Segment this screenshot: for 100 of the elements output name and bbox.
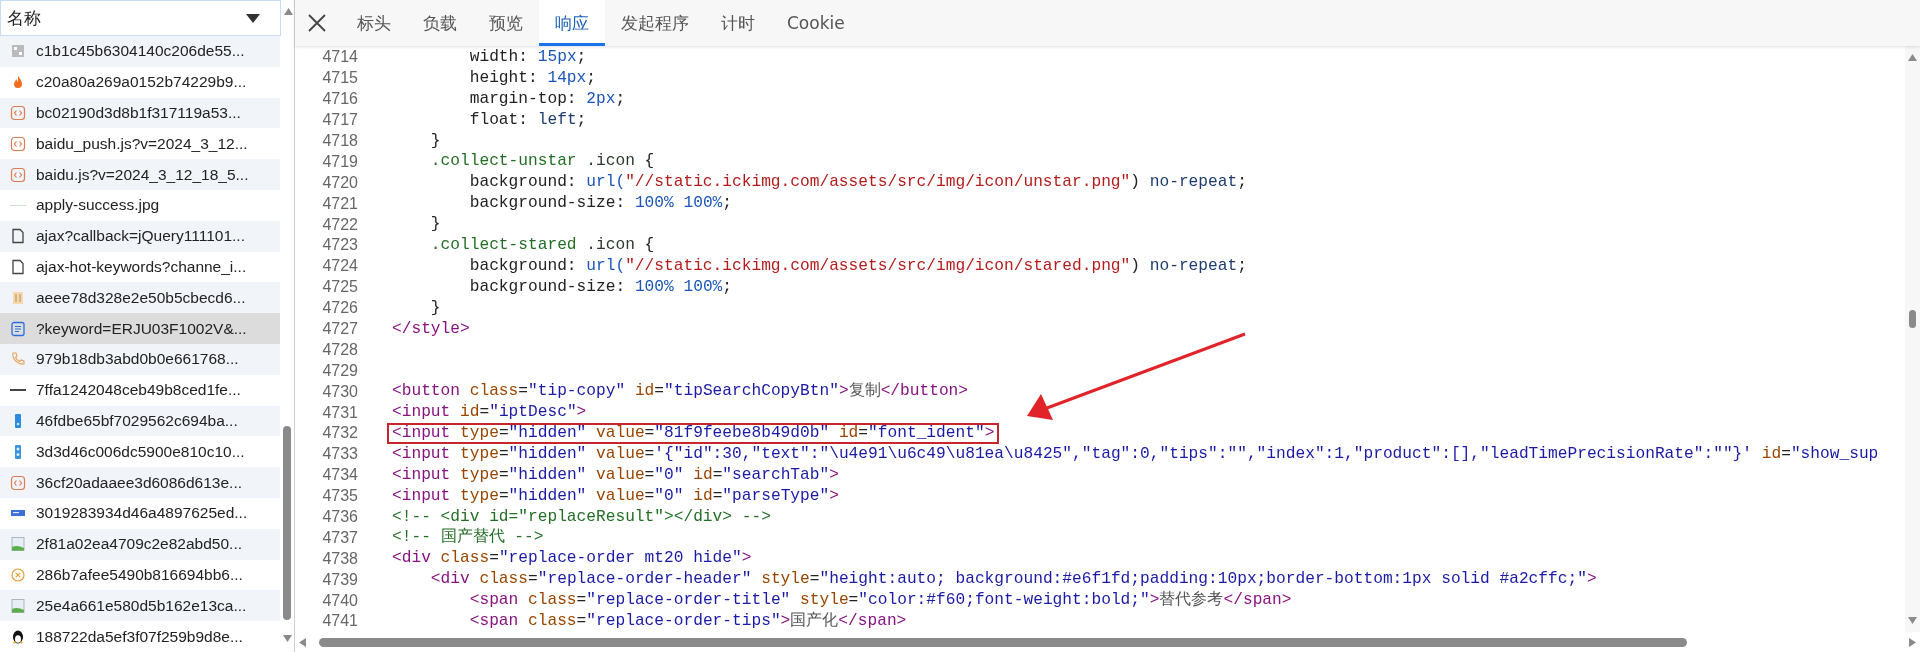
request-name: 2f81a02ea4709c2e82abd50...	[36, 535, 242, 554]
line-number: 4730	[321, 382, 358, 401]
line-number: 4725	[321, 278, 358, 297]
line-number: 4741	[321, 612, 358, 631]
tab[interactable]: 预览	[473, 0, 539, 46]
line-number: 4723	[321, 236, 358, 255]
request-name: bc02190d3d8b1f317119a53...	[36, 104, 241, 122]
line-number: 4736	[321, 508, 358, 527]
code-line: <input type="hidden" value="0" id="searchTab">	[391, 464, 840, 486]
request-name: 3d3d46c006dc5900e810c10...	[36, 442, 245, 461]
line-number: 4717	[321, 111, 358, 130]
request-row[interactable]: bc02190d3d8b1f317119a53...	[0, 97, 280, 129]
tab[interactable]: 计时	[705, 0, 771, 46]
request-row[interactable]: 7ffa1242048ceb49b8ced1fe...	[0, 374, 280, 406]
code-line: width: 15px;	[468, 46, 588, 68]
line-number: 4728	[321, 340, 358, 359]
line-number: 4729	[321, 361, 358, 380]
request-name: baidu.js?v=2024_3_12_18_5...	[36, 165, 249, 184]
line-number: 4718	[321, 132, 358, 150]
code-line: }	[429, 297, 442, 319]
line-number: 4721	[321, 194, 358, 213]
request-row[interactable]: 2f81a02ea4709c2e82abd50...	[0, 528, 280, 560]
tab[interactable]: 标头	[341, 0, 407, 46]
code-line: height: 14px;	[468, 67, 597, 89]
line-number: 4720	[321, 173, 358, 192]
tab[interactable]: 负载	[407, 0, 473, 46]
tab[interactable]: Cookie	[771, 0, 861, 46]
line-number: 4727	[321, 320, 358, 338]
request-name: 46fdbe65bf7029562c694ba...	[36, 411, 238, 430]
request-row[interactable]: baidu.js?v=2024_3_12_18_5...	[0, 159, 280, 190]
code-line: float: left;	[468, 109, 588, 131]
tab[interactable]: 响应	[539, 0, 605, 46]
code-line: background-size: 100% 100%;	[468, 276, 734, 298]
column-title: 名称	[7, 6, 41, 30]
request-name: 188722da5ef3f07f259b9d8e...	[36, 627, 243, 646]
request-name: 3019283934d46a4897625ed...	[36, 504, 248, 523]
code-line: <input type="hidden" value="0" id="parseType">	[391, 485, 840, 507]
line-number: 4735	[321, 487, 358, 506]
code-line: background: url("//static.ickimg.com/assets/src/img/icon/stared.png") no-repeat;	[468, 255, 1248, 277]
request-name: c1b1c45b6304140c206de55...	[36, 42, 245, 61]
line-number: 4726	[321, 299, 358, 318]
code-line: <div class="replace-order mt20 hide">	[391, 548, 753, 570]
code-line: <button class="tip-copy" id="tipSearchCopyBtn">复制</button>	[391, 381, 970, 403]
request-name: baidu_push.js?v=2024_3_12...	[36, 134, 248, 153]
request-row[interactable]: 188722da5ef3f07f259b9d8e...	[0, 621, 280, 652]
line-number: 4733	[321, 445, 358, 464]
request-row[interactable]: ajax?callback=jQuery111101...	[0, 220, 280, 252]
request-name: 36cf20adaaee3d6086d613e...	[36, 473, 242, 492]
line-number: 4714	[321, 48, 358, 67]
line-number: 4739	[321, 570, 358, 589]
line-number: 4719	[321, 152, 358, 171]
code-line: <span class="replace-order-title" style="color:#f60;font-weight:bold;">替代参考</span>	[468, 590, 1293, 611]
code-line: <!-- <div id="replaceResult"></div> -->	[391, 506, 772, 527]
request-name: ajax?callback=jQuery111101...	[36, 227, 245, 246]
request-name: 286b7afee5490b816694bb6...	[36, 565, 243, 584]
request-row[interactable]: baidu_push.js?v=2024_3_12...	[0, 128, 280, 160]
request-row[interactable]: 979b18db3abd0b0e661768...	[0, 343, 280, 375]
code-line: background: url("//static.ickimg.com/assets/src/img/icon/unstar.png") no-repeat;	[468, 172, 1248, 194]
code-line: margin-top: 2px;	[468, 88, 627, 110]
line-number: 4737	[321, 528, 358, 547]
request-name: 979b18db3abd0b0e661768...	[36, 350, 239, 369]
request-row[interactable]: apply-success.jpg	[0, 190, 280, 221]
line-number: 4722	[321, 215, 358, 234]
code-line: .collect-unstar .icon {	[429, 151, 656, 173]
code-line: <input id="iptDesc">	[391, 402, 588, 424]
line-number: 4734	[321, 466, 358, 485]
request-row[interactable]: 36cf20adaaee3d6086d613e...	[0, 467, 280, 498]
request-name: 25e4a661e580d5b162e13ca...	[36, 596, 247, 615]
request-row[interactable]: ?keyword=ERJU03F1002V&...	[0, 313, 280, 344]
code-line: </style>	[391, 318, 471, 340]
line-number: 4740	[321, 591, 358, 610]
code-line: .collect-stared .icon {	[429, 234, 656, 256]
code-line: }	[429, 130, 442, 152]
request-name: c20a80a269a0152b74229b9...	[36, 73, 247, 92]
line-number: 4716	[321, 90, 358, 109]
code-line: <span class="replace-order-tips">国产化</span>	[468, 611, 908, 632]
code-line: }	[429, 214, 442, 236]
request-row[interactable]: aeee78d328e2e50b5cbecd6...	[0, 282, 280, 314]
code-line: background-size: 100% 100%;	[468, 193, 734, 215]
request-row[interactable]: c1b1c45b6304140c206de55...	[0, 36, 280, 67]
column-header[interactable]: 名称	[0, 0, 281, 36]
request-row[interactable]: 3019283934d46a4897625ed...	[0, 497, 280, 529]
code-line: <!-- 国产替代 -->	[391, 527, 545, 549]
line-number: 4738	[321, 549, 358, 568]
request-row[interactable]: 3d3d46c006dc5900e810c10...	[0, 436, 280, 468]
request-row[interactable]: 286b7afee5490b816694bb6...	[0, 559, 280, 591]
line-number: 4731	[321, 403, 358, 422]
request-row[interactable]: 46fdbe65bf7029562c694ba...	[0, 405, 280, 437]
request-row[interactable]: ajax-hot-keywords?channe_i...	[0, 251, 280, 283]
line-number: 4724	[321, 257, 358, 276]
request-name: apply-success.jpg	[36, 196, 160, 215]
request-name: 7ffa1242048ceb49b8ced1fe...	[36, 381, 241, 400]
request-row[interactable]: 25e4a661e580d5b162e13ca...	[0, 590, 280, 622]
line-number: 4715	[321, 69, 358, 88]
request-name: aeee78d328e2e50b5cbecd6...	[36, 288, 246, 307]
request-row[interactable]: c20a80a269a0152b74229b9...	[0, 66, 280, 98]
tab[interactable]: 发起程序	[605, 0, 705, 46]
request-name: ?keyword=ERJU03F1002V&...	[36, 319, 247, 338]
request-name: ajax-hot-keywords?channe_i...	[36, 257, 247, 276]
code-line: <input type="hidden" value='{"id":30,"text":"\u4e91\u6c49\u81ea\u8425","tag":0,"tips":"","index":1,"product":[],"leadTimePrecisionRate":""}' id="show_sup	[391, 443, 1880, 465]
